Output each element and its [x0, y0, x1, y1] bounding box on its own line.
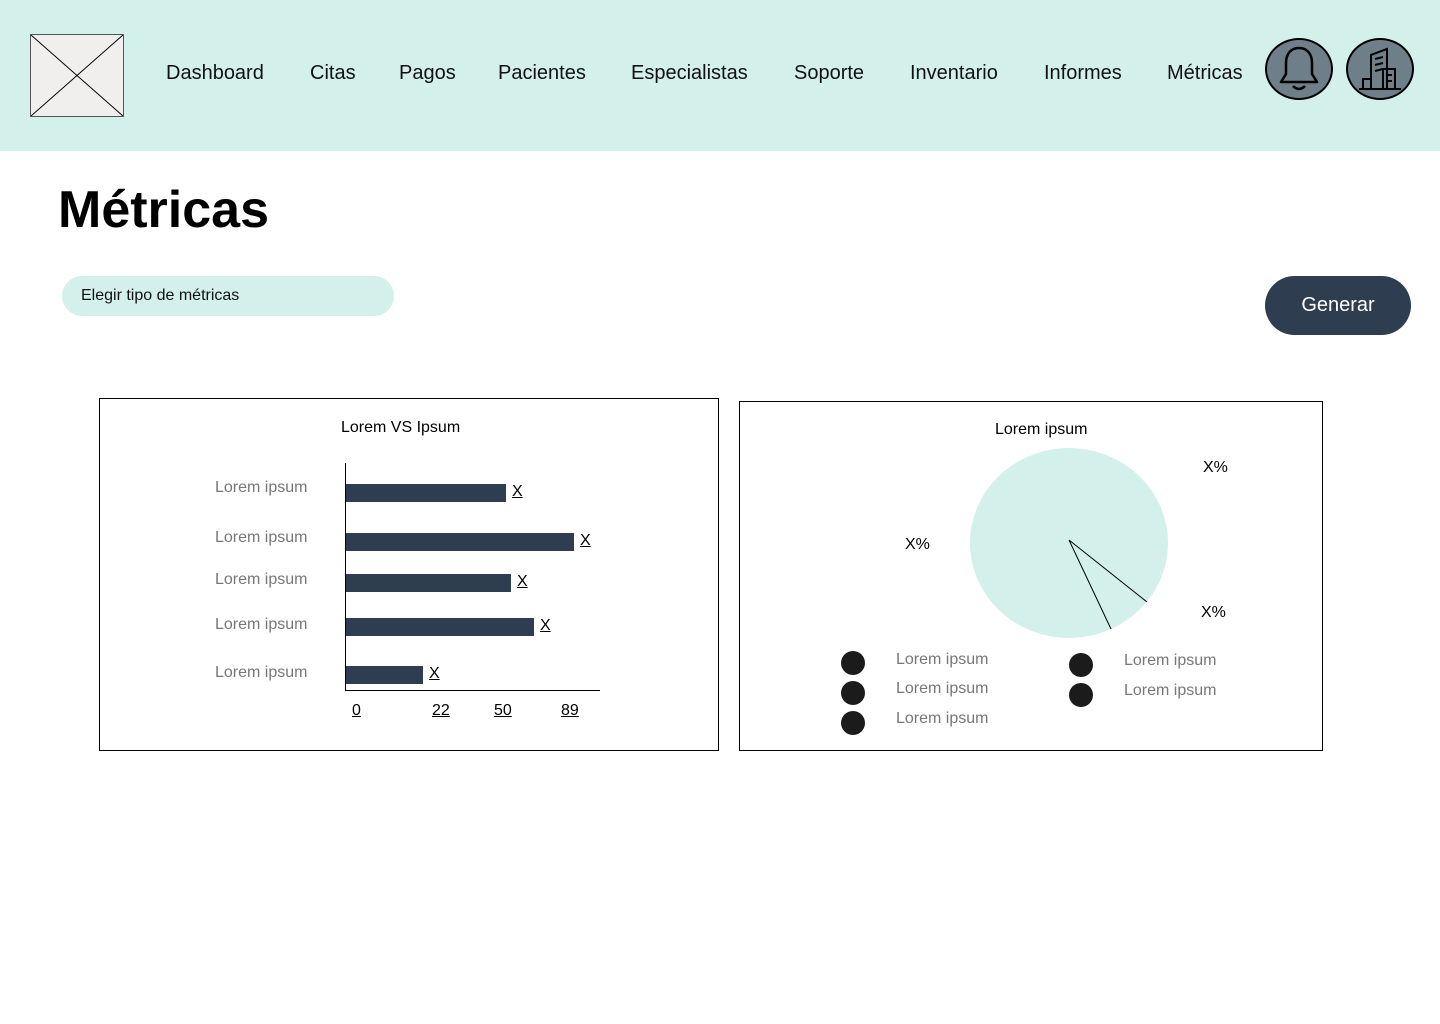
bar-value-label: X	[429, 665, 440, 682]
pie-chart-card: Lorem ipsum X% X% X% Lorem ipsum Lorem i…	[739, 401, 1323, 751]
x-tick-label: 89	[561, 702, 579, 719]
bar-value-label: X	[540, 617, 551, 634]
organization-button[interactable]	[1346, 38, 1414, 100]
bar-chart-card: Lorem VS Ipsum Lorem ipsum Lorem ipsum L…	[99, 398, 719, 751]
nav-item-pacientes[interactable]: Pacientes	[498, 62, 586, 88]
bar-mark	[346, 533, 574, 551]
bar-mark	[346, 484, 506, 502]
nav-item-dashboard[interactable]: Dashboard	[166, 62, 264, 88]
nav-item-citas[interactable]: Citas	[310, 62, 356, 88]
nav-item-inventario[interactable]: Inventario	[910, 62, 998, 88]
pie-slice	[970, 448, 1168, 638]
pie-chart-title: Lorem ipsum	[995, 421, 1088, 438]
bar-value-label: X	[512, 483, 523, 500]
bar-mark	[346, 618, 534, 636]
nav-item-metricas[interactable]: Métricas	[1167, 62, 1243, 88]
pie-slice-label: X%	[1201, 604, 1226, 621]
legend-marker	[1069, 683, 1093, 707]
nav-item-pagos[interactable]: Pagos	[399, 62, 456, 88]
building-icon	[1359, 47, 1401, 90]
notifications-button[interactable]	[1265, 38, 1333, 100]
bar-value-label: X	[580, 532, 591, 549]
legend-marker	[841, 711, 865, 735]
bar-chart-x-axis	[345, 690, 600, 691]
page-title: Métricas	[58, 181, 269, 239]
bar-category-label: Lorem ipsum	[215, 616, 308, 633]
bar-mark	[346, 574, 511, 592]
bar-category-label: Lorem ipsum	[215, 479, 308, 496]
generate-button[interactable]: Generar	[1265, 276, 1411, 335]
legend-label: Lorem ipsum	[1124, 682, 1217, 699]
nav-item-soporte[interactable]: Soporte	[794, 62, 864, 88]
pie-chart	[970, 448, 1168, 638]
legend-label: Lorem ipsum	[896, 680, 989, 697]
x-tick-label: 22	[432, 702, 450, 719]
top-navigation-bar: Dashboard Citas Pagos Pacientes Especial…	[0, 0, 1440, 151]
bar-category-label: Lorem ipsum	[215, 664, 308, 681]
bar-chart-title: Lorem VS Ipsum	[341, 419, 461, 436]
pie-slice-label: X%	[905, 536, 930, 553]
bar-mark	[346, 666, 423, 684]
x-tick-label: 0	[352, 702, 361, 719]
logo-placeholder-image[interactable]	[30, 34, 124, 117]
bar-value-label: X	[517, 573, 528, 590]
nav-item-informes[interactable]: Informes	[1044, 62, 1122, 88]
nav-item-especialistas[interactable]: Especialistas	[631, 62, 748, 88]
bell-icon	[1279, 46, 1319, 91]
bar-category-label: Lorem ipsum	[215, 529, 308, 546]
x-tick-label: 50	[494, 702, 512, 719]
legend-label: Lorem ipsum	[1124, 652, 1217, 669]
bar-category-label: Lorem ipsum	[215, 571, 308, 588]
legend-marker	[841, 651, 865, 675]
legend-marker	[841, 681, 865, 705]
pie-slice-label: X%	[1203, 459, 1228, 476]
legend-label: Lorem ipsum	[896, 651, 989, 668]
legend-label: Lorem ipsum	[896, 710, 989, 727]
metric-type-select[interactable]: Elegir tipo de métricas	[62, 276, 394, 316]
legend-marker	[1069, 653, 1093, 677]
